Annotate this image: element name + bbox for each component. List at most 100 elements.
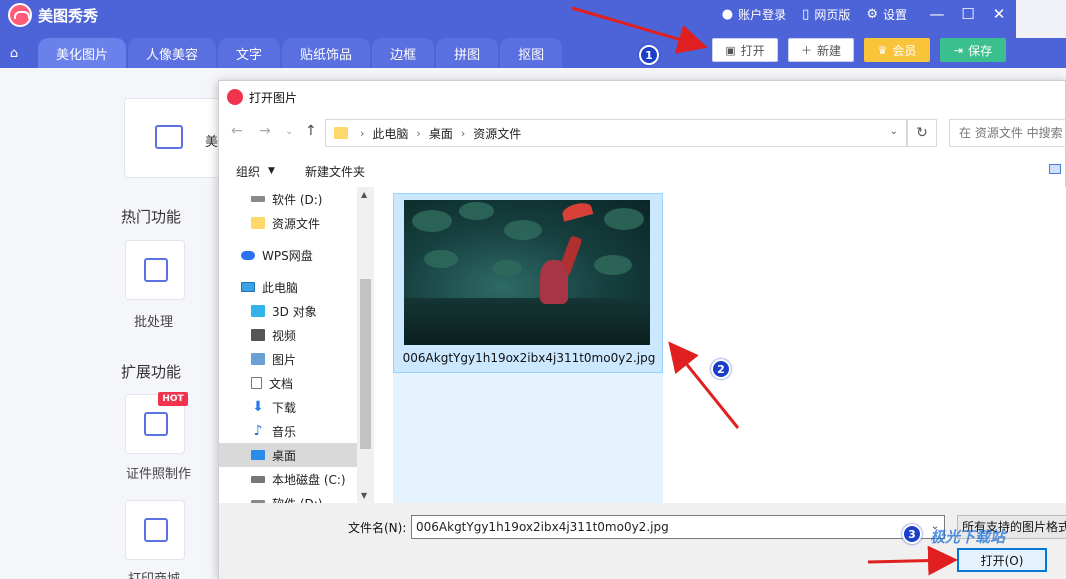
- nav-item-videos[interactable]: 视频: [219, 323, 357, 347]
- dialog-titlebar: 打开图片: [219, 81, 1065, 113]
- export-icon: ⇥: [953, 43, 964, 57]
- dialog-title: 打开图片: [249, 90, 298, 105]
- tab-beautify[interactable]: 美化图片: [38, 38, 127, 68]
- disk-icon: [251, 475, 265, 483]
- home-icon: ⌂: [9, 45, 19, 61]
- folder-icon: [334, 127, 348, 139]
- tab-frame[interactable]: 边框: [372, 38, 435, 68]
- maximize-button[interactable]: ☐: [954, 5, 982, 23]
- file-name-label: 006AkgtYgy1h19ox2ibx4j311t0mo0y2.jpg: [402, 351, 656, 365]
- nav-item-music[interactable]: ♪ 音乐: [219, 419, 357, 443]
- tab-cutout[interactable]: 抠图: [500, 38, 563, 68]
- crown-icon: ♛: [877, 43, 888, 57]
- desktop-icon: [251, 450, 265, 460]
- nav-item-this-pc[interactable]: 此电脑: [219, 275, 357, 299]
- drive-icon: [251, 196, 265, 202]
- nav-item-drive-d-2[interactable]: 软件 (D:): [219, 491, 357, 503]
- meitu-logo-icon: [8, 3, 32, 27]
- scroll-up-icon[interactable]: ▲: [361, 190, 367, 199]
- printer-icon: [144, 518, 168, 542]
- nav-scrollbar[interactable]: ▲ ▼: [357, 187, 374, 503]
- home-tab[interactable]: ⌂: [0, 38, 28, 68]
- back-arrow-icon[interactable]: ←: [231, 123, 243, 139]
- chevron-down-icon[interactable]: ⌄: [890, 126, 898, 137]
- settings-link[interactable]: ⚙ 设置: [866, 6, 907, 23]
- folder-icon: [251, 217, 265, 229]
- breadcrumb-this-pc[interactable]: 此电脑: [372, 125, 408, 142]
- hot-badge: HOT: [158, 392, 188, 406]
- right-strip: [1016, 0, 1066, 68]
- open-button-label: 打开: [740, 43, 765, 58]
- scroll-down-icon[interactable]: ▼: [361, 491, 367, 500]
- beautify-card[interactable]: 美: [124, 98, 220, 178]
- app-header: 美图秀秀 ● 账户登录 ▯ 网页版 ⚙ 设置 — ☐ ✕ ⌂ 美化图片 人像美容…: [0, 0, 1016, 68]
- organize-label: 组织: [236, 164, 261, 179]
- breadcrumb-resources[interactable]: 资源文件: [473, 125, 521, 142]
- phone-icon: ▯: [802, 6, 810, 22]
- 3d-icon: [251, 305, 265, 317]
- picture-icon: [251, 353, 265, 365]
- nav-item-downloads[interactable]: ⬇ 下载: [219, 395, 357, 419]
- top-right-links: ● 账户登录 ▯ 网页版 ⚙ 设置 — ☐ ✕: [722, 0, 1016, 28]
- batch-card[interactable]: [125, 240, 185, 300]
- computer-icon: [241, 282, 255, 292]
- filename-input[interactable]: 006AkgtYgy1h19ox2ibx4j311t0mo0y2.jpg: [411, 515, 945, 539]
- feature-tabs: 美化图片 人像美容 文字 贴纸饰品 边框 拼图 抠图: [38, 38, 564, 68]
- nav-item-drive-d[interactable]: 软件 (D:): [219, 187, 357, 211]
- view-options-icon[interactable]: [1049, 164, 1061, 174]
- nav-item-wps-cloud[interactable]: WPS网盘: [219, 243, 357, 267]
- tab-portrait[interactable]: 人像美容: [128, 38, 217, 68]
- open-button[interactable]: ▣ 打开: [712, 38, 778, 62]
- new-folder-label: 新建文件夹: [304, 164, 365, 179]
- save-button-label: 保存: [968, 43, 993, 58]
- search-input[interactable]: 在 资源文件 中搜索: [949, 119, 1066, 147]
- tab-collage[interactable]: 拼图: [436, 38, 499, 68]
- ext-section-title: 扩展功能: [121, 363, 182, 381]
- nav-item-desktop[interactable]: 桌面: [219, 443, 357, 467]
- organize-menu[interactable]: 组织 ▼: [236, 163, 275, 180]
- watermark-text: 极光下载站: [930, 528, 1006, 546]
- batch-label: 批处理: [134, 315, 174, 330]
- nav-item-resources[interactable]: 资源文件: [219, 211, 357, 235]
- new-folder-button[interactable]: 新建文件夹: [305, 163, 365, 180]
- nav-item-local-disk-c[interactable]: 本地磁盘 (C:): [219, 467, 357, 491]
- image-edit-icon: [155, 125, 183, 149]
- image-thumbnail: [404, 200, 650, 345]
- tab-stickers[interactable]: 贴纸饰品: [282, 38, 371, 68]
- up-arrow-icon[interactable]: ↑: [305, 123, 317, 139]
- cloud-icon: [241, 250, 255, 260]
- user-icon: ●: [721, 6, 734, 22]
- forward-arrow-icon[interactable]: →: [259, 123, 271, 139]
- close-button[interactable]: ✕: [985, 5, 1013, 23]
- caret-down-icon: ▼: [268, 166, 275, 176]
- account-login-link[interactable]: ● 账户登录: [722, 6, 786, 23]
- beautify-card-label: 美: [205, 135, 219, 150]
- web-version-link[interactable]: ▯ 网页版: [802, 6, 850, 23]
- step-badge-2: 2: [711, 359, 731, 379]
- new-button[interactable]: ＋ 新建: [788, 38, 854, 62]
- navigation-pane: 软件 (D:) 资源文件 WPS网盘 此电脑 3D 对象 视频 图片 文档 ⬇ …: [219, 187, 374, 503]
- dialog-open-button[interactable]: 打开(O): [957, 548, 1047, 572]
- id-photo-icon: [144, 412, 168, 436]
- dialog-toolbar: 组织 ▼ 新建文件夹: [219, 159, 1066, 183]
- vip-button[interactable]: ♛ 会员: [864, 38, 930, 62]
- address-bar[interactable]: › 此电脑 › 桌面 › 资源文件 ⌄: [325, 119, 907, 147]
- file-list-pane: 006AkgtYgy1h19ox2ibx4j311t0mo0y2.jpg: [379, 187, 1066, 503]
- minimize-button[interactable]: —: [923, 5, 951, 23]
- refresh-button[interactable]: ↻: [907, 119, 937, 147]
- file-item[interactable]: 006AkgtYgy1h19ox2ibx4j311t0mo0y2.jpg: [393, 193, 663, 373]
- tab-text[interactable]: 文字: [218, 38, 281, 68]
- recent-dropdown-icon[interactable]: ⌄: [285, 126, 293, 137]
- breadcrumb-desktop[interactable]: 桌面: [429, 125, 453, 142]
- new-button-label: 新建: [816, 43, 841, 58]
- nav-item-pictures[interactable]: 图片: [219, 347, 357, 371]
- nav-item-3d-objects[interactable]: 3D 对象: [219, 299, 357, 323]
- batch-icon: [144, 258, 168, 282]
- filename-label: 文件名(N):: [348, 521, 407, 535]
- nav-item-documents[interactable]: 文档: [219, 371, 357, 395]
- image-icon: ▣: [725, 43, 736, 57]
- save-button[interactable]: ⇥ 保存: [940, 38, 1006, 62]
- scroll-thumb[interactable]: [360, 279, 371, 449]
- video-icon: [251, 329, 265, 341]
- print-card[interactable]: [125, 500, 185, 560]
